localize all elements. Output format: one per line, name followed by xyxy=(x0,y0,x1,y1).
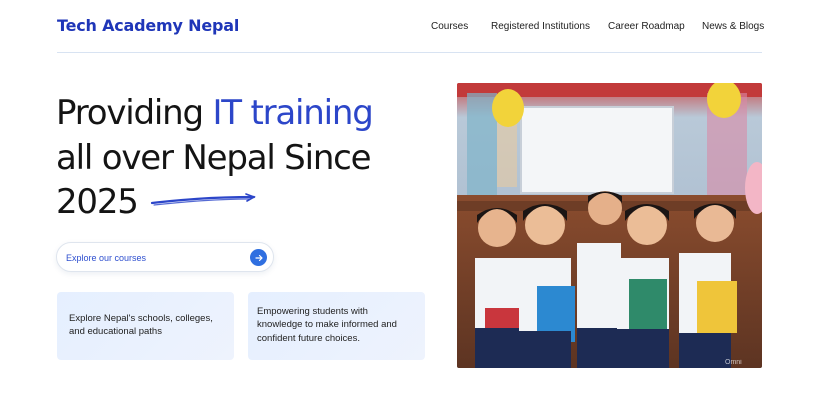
explore-courses-field[interactable]: Explore our courses xyxy=(56,242,274,272)
nav-link-courses[interactable]: Courses xyxy=(431,21,468,32)
header-divider xyxy=(57,52,762,53)
feature-card-text: Explore Nepal's schools, colleges, and e… xyxy=(69,313,213,338)
feature-card-text: Empowering students with knowledge to ma… xyxy=(257,306,397,344)
nav-link-career-roadmap[interactable]: Career Roadmap xyxy=(608,21,685,32)
hero-heading-line-2: all over Nepal Since xyxy=(56,138,372,178)
arrow-right-icon xyxy=(254,254,263,261)
feature-card-explore[interactable]: Explore Nepal's schools, colleges, and e… xyxy=(57,292,234,360)
site-logo[interactable]: Tech Academy Nepal xyxy=(57,16,239,35)
hero-heading-text: Providing xyxy=(56,93,213,133)
hero-heading-line-3: 2025 xyxy=(56,182,139,222)
students-photo: Omni xyxy=(457,83,762,368)
hero-heading-line-1: Providing IT training xyxy=(56,93,374,133)
site-header: Tech Academy Nepal Courses Registered In… xyxy=(0,0,818,54)
explore-courses-button[interactable] xyxy=(250,249,267,266)
explore-courses-label: Explore our courses xyxy=(66,253,147,263)
nav-link-news-blogs[interactable]: News & Blogs xyxy=(702,21,764,32)
photo-watermark: Omni xyxy=(725,359,742,366)
feature-card-empower[interactable]: Empowering students with knowledge to ma… xyxy=(248,292,425,360)
hero-heading-accent: IT training xyxy=(212,93,373,133)
brush-swoosh-decoration xyxy=(150,193,256,206)
nav-link-registered-institutions[interactable]: Registered Institutions xyxy=(491,21,590,32)
student-figures xyxy=(475,191,737,368)
